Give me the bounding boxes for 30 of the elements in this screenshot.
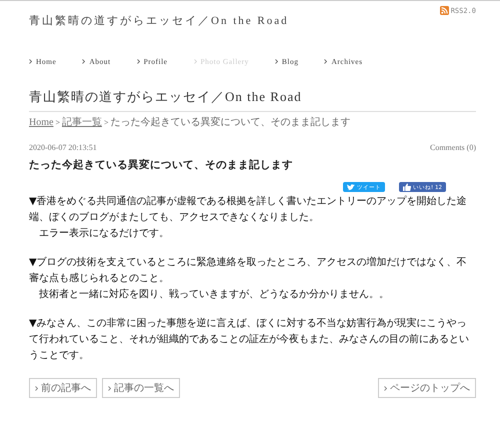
- breadcrumb-link[interactable]: Home: [29, 117, 54, 128]
- post-paragraph: ▼みなさん、この非常に困った事態を逆に言えば、ぼくに対する不当な妨害行為が現実にこうやって行われていること、それが組織的であることの証左が今夜もまた、みなさんの目の前にあるということです。: [29, 316, 470, 363]
- breadcrumb-current: たった今起きている異変について、そのまま記します: [110, 116, 350, 129]
- page-title: 青山繁晴の道すがらエッセイ／On the Road: [29, 88, 476, 112]
- footer-link-button[interactable]: 前の記事へ: [29, 378, 97, 398]
- bird-icon: [347, 184, 356, 190]
- chevron-icon: [29, 58, 32, 64]
- post-paragraph: ▼ブログの技術を支えているところに緊急連絡を取ったところ、アクセスの増加だけではなく、不審な点も感じられるとのこと。: [29, 256, 468, 286]
- chevron-icon: [324, 58, 328, 64]
- breadcrumb-link[interactable]: 記事一覧: [62, 115, 102, 129]
- post-title: たった今起きている異変について、そのまま記します: [29, 158, 294, 172]
- chevron-icon: [82, 58, 86, 64]
- footer-link-button[interactable]: 記事の一覧へ: [102, 378, 180, 398]
- chevron-icon: [384, 386, 387, 390]
- chevron-icon: [108, 386, 111, 390]
- chevron-icon: [194, 58, 197, 64]
- post-paragraph: ▼香港をめぐる共同通信の記事が虚報である根拠を詳しく書いたエントリーのアップを開始した途端、ぼくのブログがまたしても、アクセスできなくなりました。: [29, 194, 468, 225]
- post-paragraph: エラー表示になるだけです。: [38, 226, 170, 241]
- breadcrumb-separator: >: [104, 118, 108, 127]
- breadcrumb-separator: >: [55, 118, 60, 127]
- thumbs-up-icon: [403, 183, 412, 191]
- chevron-icon: [274, 58, 278, 64]
- page-top-button[interactable]: ページのトップへ: [378, 378, 476, 398]
- post-date: 2020-06-07 20:13:51: [29, 143, 97, 152]
- rss-icon: [440, 6, 449, 15]
- chevron-icon: [35, 386, 38, 390]
- chevron-icon: [136, 58, 140, 64]
- post-paragraph: 技術者と一緒に対応を図り、戦っていきますが、どうなるか分かりません。。: [38, 288, 390, 302]
- site-title[interactable]: 青山繁晴の道すがらエッセイ／On the Road: [29, 13, 289, 28]
- comments-link[interactable]: Comments (0): [430, 143, 476, 152]
